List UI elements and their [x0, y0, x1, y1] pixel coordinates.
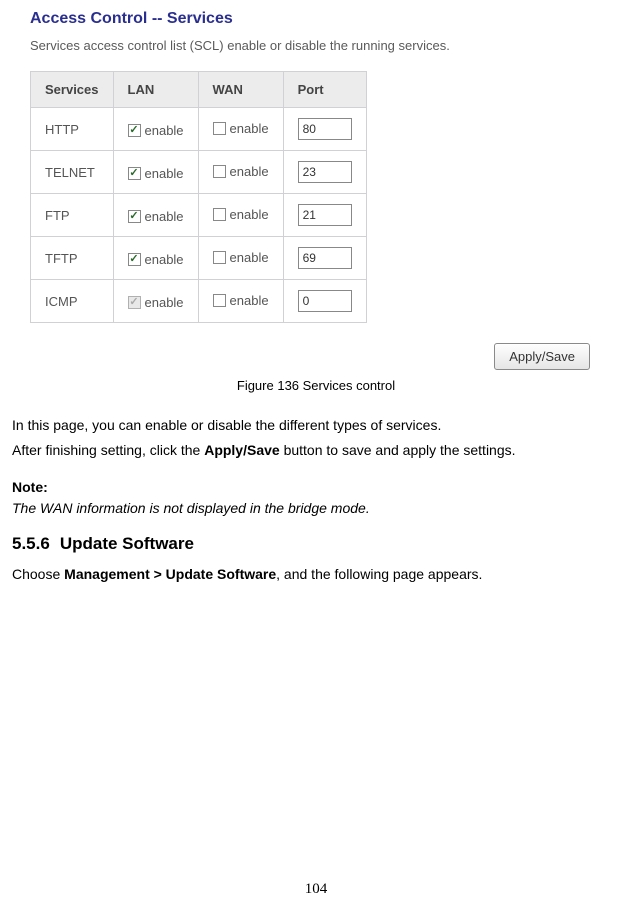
lan-checkbox[interactable]: ✓ — [128, 210, 141, 223]
lan-cell: ✓ enable — [113, 237, 198, 280]
wan-checkbox-label: enable — [230, 164, 269, 179]
wan-checkbox[interactable] — [213, 294, 226, 307]
port-input[interactable] — [298, 118, 352, 140]
port-input[interactable] — [298, 161, 352, 183]
lan-checkbox[interactable]: ✓ — [128, 167, 141, 180]
wan-checkbox[interactable] — [213, 251, 226, 264]
paragraph-1: In this page, you can enable or disable … — [12, 415, 620, 436]
services-table: Services LAN WAN Port HTTP✓enableenableT… — [30, 71, 367, 323]
service-name: FTP — [31, 194, 114, 237]
lan-cell: ✓ enable — [113, 151, 198, 194]
section-number: 5.5.6 — [12, 534, 50, 553]
col-header-port: Port — [283, 72, 366, 108]
wan-checkbox[interactable] — [213, 122, 226, 135]
wan-checkbox[interactable] — [213, 208, 226, 221]
table-row: ICMP ✓ enable enable — [31, 280, 367, 323]
port-cell — [283, 151, 366, 194]
lan-cell: ✓ enable — [113, 194, 198, 237]
lan-checkbox: ✓ — [128, 296, 141, 309]
panel-subtitle: Services access control list (SCL) enabl… — [30, 38, 620, 53]
note-body: The WAN information is not displayed in … — [12, 500, 620, 516]
wan-cell: enable — [198, 151, 283, 194]
col-header-services: Services — [31, 72, 114, 108]
service-name: HTTP — [31, 108, 114, 151]
lan-cell: ✓ enable — [113, 280, 198, 323]
services-tbody: HTTP✓enableenableTELNET✓enableenableFTP✓… — [31, 108, 367, 323]
section-title: Update Software — [60, 534, 194, 553]
col-header-lan: LAN — [113, 72, 198, 108]
lan-checkbox-label: enable — [145, 252, 184, 267]
table-row: TFTP ✓ enable enable — [31, 237, 367, 280]
wan-checkbox-label: enable — [230, 207, 269, 222]
lan-cell: ✓ enable — [113, 108, 198, 151]
paragraph-2-a: After finishing setting, click the — [12, 442, 204, 458]
note-label: Note: — [12, 477, 620, 498]
panel-title: Access Control -- Services — [30, 10, 620, 28]
wan-cell: enable — [198, 237, 283, 280]
port-cell — [283, 194, 366, 237]
service-name: TELNET — [31, 151, 114, 194]
col-header-wan: WAN — [198, 72, 283, 108]
port-cell — [283, 108, 366, 151]
wan-checkbox-label: enable — [230, 293, 269, 308]
paragraph-2-bold: Apply/Save — [204, 442, 279, 458]
section-para-c: , and the following page appears. — [276, 566, 482, 582]
paragraph-2: After finishing setting, click the Apply… — [12, 440, 620, 461]
wan-checkbox-label: enable — [230, 121, 269, 136]
lan-checkbox-label: enable — [145, 123, 184, 138]
lan-checkbox-label: enable — [145, 209, 184, 224]
section-heading: 5.5.6 Update Software — [12, 534, 620, 554]
port-cell — [283, 280, 366, 323]
button-row: Apply/Save — [12, 343, 590, 370]
page-number: 104 — [0, 881, 632, 898]
wan-cell: enable — [198, 194, 283, 237]
wan-checkbox-label: enable — [230, 250, 269, 265]
services-table-wrap: Services LAN WAN Port HTTP✓enableenableT… — [30, 71, 620, 323]
port-cell — [283, 237, 366, 280]
wan-checkbox[interactable] — [213, 165, 226, 178]
lan-checkbox-label: enable — [145, 295, 184, 310]
section-paragraph: Choose Management > Update Software, and… — [12, 564, 620, 585]
lan-checkbox[interactable]: ✓ — [128, 253, 141, 266]
figure-caption: Figure 136 Services control — [12, 378, 620, 393]
lan-checkbox[interactable]: ✓ — [128, 124, 141, 137]
service-name: ICMP — [31, 280, 114, 323]
apply-save-button[interactable]: Apply/Save — [494, 343, 590, 370]
wan-cell: enable — [198, 280, 283, 323]
section-para-bold: Management > Update Software — [64, 566, 276, 582]
wan-cell: enable — [198, 108, 283, 151]
paragraph-2-c: button to save and apply the settings. — [280, 442, 516, 458]
lan-checkbox-label: enable — [145, 166, 184, 181]
table-row: HTTP ✓ enable enable — [31, 108, 367, 151]
port-input[interactable] — [298, 204, 352, 226]
port-input[interactable] — [298, 290, 352, 312]
port-input[interactable] — [298, 247, 352, 269]
table-row: FTP ✓ enable enable — [31, 194, 367, 237]
service-name: TFTP — [31, 237, 114, 280]
table-row: TELNET ✓ enable enable — [31, 151, 367, 194]
section-para-a: Choose — [12, 566, 64, 582]
